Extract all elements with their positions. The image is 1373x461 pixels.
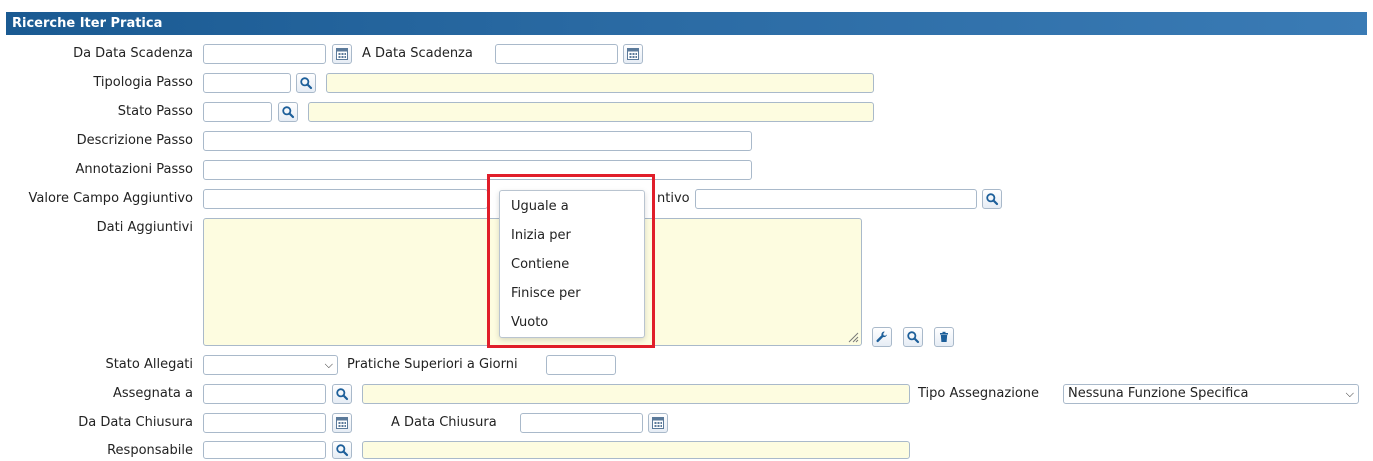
calendar-icon [335,416,349,430]
a-data-scadenza-input[interactable] [495,44,618,64]
calendar-icon [626,47,640,61]
highlight-box [487,174,655,348]
responsabile-description-input[interactable] [362,441,910,459]
stato-passo-search-button[interactable] [278,102,298,122]
assegnata-a-description-input[interactable] [362,384,910,404]
da-data-chiusura-input[interactable] [203,413,326,433]
resize-handle-icon[interactable] [847,331,859,343]
chevron-down-icon: ⌵ [1345,387,1354,400]
annotazioni-passo-input[interactable] [203,160,752,180]
pratiche-superiori-label: Pratiche Superiori a Giorni [347,357,518,372]
stato-passo-label: Stato Passo [117,104,193,119]
assegnata-a-label: Assegnata a [112,386,193,401]
dati-aggiuntivi-configure-button[interactable] [872,327,892,347]
valore-campo-aggiuntivo-label: Valore Campo Aggiuntivo [28,191,194,206]
search-icon [299,76,313,90]
annotazioni-passo-label: Annotazioni Passo [75,162,193,177]
assegnata-a-code-input[interactable] [203,384,326,404]
tipologia-passo-search-button[interactable] [296,73,316,93]
stato-passo-description-input[interactable] [308,102,874,122]
tipo-assegnazione-select[interactable]: Nessuna Funzione Specifica ⌵ [1063,384,1359,404]
stato-allegati-select[interactable]: ⌵ [203,355,338,375]
campo-aggiuntivo-search-button[interactable] [982,189,1002,209]
dati-aggiuntivi-delete-button[interactable] [934,327,954,347]
valore-campo-aggiuntivo-input[interactable] [203,189,488,209]
da-data-scadenza-input[interactable] [203,44,326,64]
da-data-scadenza-calendar-button[interactable] [332,44,352,64]
a-data-scadenza-calendar-button[interactable] [623,44,643,64]
da-data-scadenza-label: Da Data Scadenza [73,46,193,61]
chevron-down-icon: ⌵ [324,358,333,371]
assegnata-a-search-button[interactable] [332,384,352,404]
tipologia-passo-code-input[interactable] [203,73,291,93]
tipologia-passo-description-input[interactable] [326,73,874,93]
descrizione-passo-input[interactable] [203,131,752,151]
a-data-chiusura-label: A Data Chiusura [391,415,497,430]
wrench-icon [875,330,889,344]
window-title: Ricerche Iter Pratica [6,12,1367,35]
stato-allegati-label: Stato Allegati [105,357,193,372]
responsabile-label: Responsabile [107,443,193,458]
a-data-chiusura-input[interactable] [520,413,643,433]
tipologia-passo-label: Tipologia Passo [93,75,193,90]
search-icon [335,443,349,457]
a-data-scadenza-label: A Data Scadenza [362,46,473,61]
calendar-icon [335,47,349,61]
dati-aggiuntivi-label: Dati Aggiuntivi [96,220,193,235]
tipo-assegnazione-label: Tipo Assegnazione [918,386,1040,401]
tipo-assegnazione-value: Nessuna Funzione Specifica [1068,386,1249,401]
dati-aggiuntivi-search-button[interactable] [903,327,923,347]
trash-icon [937,330,951,344]
stato-passo-code-input[interactable] [203,102,272,122]
responsabile-code-input[interactable] [203,441,326,459]
a-data-chiusura-calendar-button[interactable] [648,413,668,433]
campo-aggiuntivo-input[interactable] [695,189,977,209]
search-icon [985,192,999,206]
search-icon [281,105,295,119]
search-icon [906,330,920,344]
search-icon [335,387,349,401]
da-data-chiusura-label: Da Data Chiusura [78,415,193,430]
campo-aggiuntivo-label: ntivo [657,191,690,206]
pratiche-superiori-input[interactable] [546,355,616,375]
da-data-chiusura-calendar-button[interactable] [332,413,352,433]
descrizione-passo-label: Descrizione Passo [76,133,193,148]
responsabile-search-button[interactable] [332,441,352,459]
calendar-icon [651,416,665,430]
